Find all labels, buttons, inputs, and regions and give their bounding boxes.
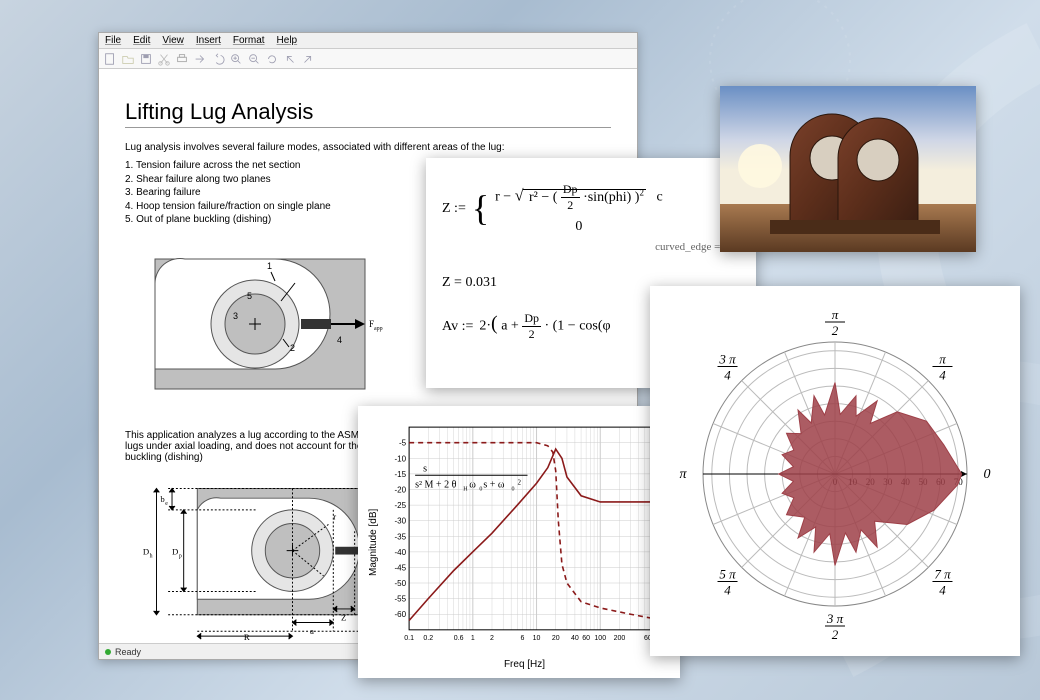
svg-text:2: 2 (490, 635, 494, 642)
svg-text:-15: -15 (394, 470, 406, 479)
zoom-out-icon[interactable] (247, 52, 261, 66)
svg-text:20: 20 (552, 635, 560, 642)
menu-view[interactable]: View (162, 35, 184, 46)
svg-text:7 π: 7 π (934, 566, 951, 581)
lug-photo (720, 86, 976, 252)
menu-file[interactable]: File (105, 35, 121, 46)
menubar: File Edit View Insert Format Help (99, 33, 637, 49)
photo-panel (720, 86, 976, 252)
cut-icon[interactable] (157, 52, 171, 66)
svg-text:s: s (423, 463, 427, 474)
svg-text:6: 6 (520, 635, 524, 642)
svg-text:60: 60 (582, 635, 590, 642)
page-title: Lifting Lug Analysis (125, 99, 611, 128)
svg-text:R: R (244, 632, 250, 641)
new-icon[interactable] (103, 52, 117, 66)
svg-text:3 π: 3 π (826, 611, 844, 626)
svg-text:0.2: 0.2 (423, 635, 433, 642)
svg-text:5 π: 5 π (719, 566, 736, 581)
svg-text:π: π (679, 467, 687, 482)
svg-text:-20: -20 (394, 486, 406, 495)
svg-text:app: app (374, 326, 383, 332)
svg-text:e: e (165, 501, 168, 507)
zoom-in-icon[interactable] (229, 52, 243, 66)
svg-text:s + ω: s + ω (483, 479, 505, 490)
open-icon[interactable] (121, 52, 135, 66)
polar-plot: 0102030405060700 π 4 π 2 3 π 4π 5 π 4 3 … (660, 296, 1010, 646)
svg-text:100: 100 (594, 635, 606, 642)
svg-text:ω: ω (469, 479, 476, 490)
eq-side-text: curved_edge = "N" (442, 241, 740, 253)
redo2-icon[interactable] (301, 52, 315, 66)
svg-text:h: h (150, 553, 153, 559)
svg-text:-10: -10 (394, 454, 406, 463)
bode-ylabel: Magnitude [dB] (368, 414, 379, 670)
status-ready: Ready (115, 647, 141, 657)
menu-help[interactable]: Help (277, 35, 298, 46)
svg-text:-50: -50 (394, 579, 406, 588)
svg-text:0: 0 (511, 486, 514, 492)
svg-text:-35: -35 (394, 532, 406, 541)
svg-text:-30: -30 (394, 517, 406, 526)
toolbar (99, 49, 637, 69)
svg-text:r: r (333, 511, 336, 521)
svg-text:D: D (143, 546, 149, 556)
svg-text:-40: -40 (394, 548, 406, 557)
svg-text:4: 4 (724, 582, 731, 597)
bode-plot: -60 -55 -50 -45 -40 -35 -30 -25 -20 -15 -10 -5 0.1 0.… (379, 414, 670, 659)
svg-text:H: H (463, 486, 468, 492)
svg-text:0.1: 0.1 (404, 635, 414, 642)
svg-text:-60: -60 (394, 610, 406, 619)
lug-figure-1: F app 1 3 5 2 4 (125, 239, 405, 409)
svg-text:200: 200 (614, 635, 626, 642)
svg-text:0: 0 (479, 486, 482, 492)
svg-text:D: D (172, 546, 178, 556)
svg-text:3 π: 3 π (718, 352, 736, 367)
svg-text:-5: -5 (399, 439, 407, 448)
svg-text:4: 4 (337, 335, 342, 345)
svg-text:4: 4 (939, 582, 946, 597)
svg-text:p: p (179, 553, 182, 559)
svg-text:-55: -55 (394, 595, 406, 604)
print-icon[interactable] (175, 52, 189, 66)
status-dot-icon (105, 649, 111, 655)
svg-text:1: 1 (471, 635, 475, 642)
undo2-icon[interactable] (283, 52, 297, 66)
svg-text:3: 3 (233, 311, 238, 321)
svg-text:-45: -45 (394, 563, 406, 572)
menu-format[interactable]: Format (233, 35, 265, 46)
polar-plot-panel: 0102030405060700 π 4 π 2 3 π 4π 5 π 4 3 … (650, 286, 1020, 656)
svg-text:1: 1 (267, 261, 272, 271)
svg-text:s² M + 2 θ: s² M + 2 θ (415, 479, 456, 490)
svg-text:5: 5 (247, 291, 252, 301)
undo-icon[interactable] (211, 52, 225, 66)
svg-text:0.6: 0.6 (454, 635, 464, 642)
svg-text:2: 2 (517, 478, 521, 486)
svg-text:2: 2 (290, 343, 295, 353)
menu-insert[interactable]: Insert (196, 35, 221, 46)
svg-text:4: 4 (724, 368, 731, 383)
save-icon[interactable] (139, 52, 153, 66)
bode-plot-panel: Magnitude [dB] -60-55-50-45-40-35-30-25-… (358, 406, 680, 678)
svg-text:π: π (832, 307, 839, 322)
menu-edit[interactable]: Edit (133, 35, 150, 46)
svg-text:Z: Z (341, 612, 346, 622)
bode-xlabel: Freq [Hz] (379, 659, 670, 670)
eq-z-definition: Z := { r − √ r² − ( Dp2 ·sin(phi) )2 c 0 (442, 182, 740, 235)
svg-text:a: a (310, 626, 314, 636)
svg-text:-25: -25 (394, 501, 406, 510)
refresh-icon[interactable] (265, 52, 279, 66)
svg-text:2: 2 (832, 323, 839, 338)
arrow-icon[interactable] (193, 52, 207, 66)
svg-text:40: 40 (571, 635, 579, 642)
svg-text:4: 4 (939, 368, 946, 383)
svg-text:0: 0 (984, 467, 991, 482)
intro-text: Lug analysis involves several failure mo… (125, 142, 611, 153)
svg-text:2: 2 (832, 627, 839, 642)
svg-text:π: π (939, 352, 946, 367)
svg-text:10: 10 (533, 635, 541, 642)
